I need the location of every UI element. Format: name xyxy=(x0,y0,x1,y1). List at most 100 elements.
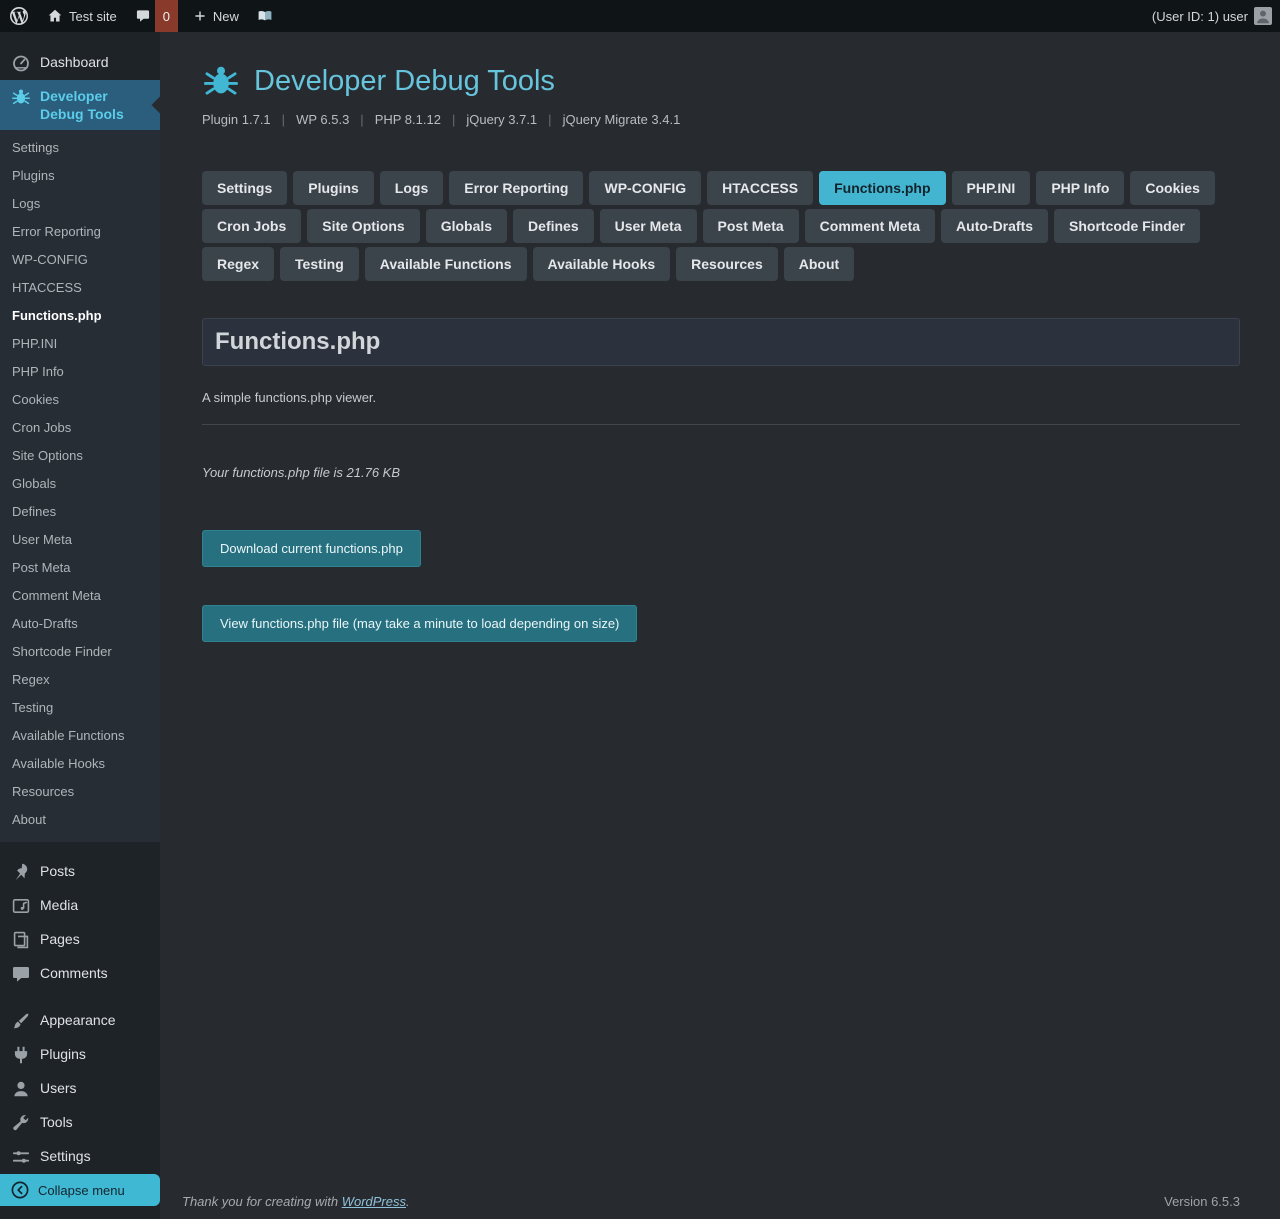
plugins-icon xyxy=(11,1045,31,1065)
sidebar-item-posts[interactable]: Posts xyxy=(0,855,160,889)
meta-separator: | xyxy=(282,112,285,127)
sidebar-item-label: Posts xyxy=(40,862,152,880)
media-icon xyxy=(11,896,31,916)
sidebar-subitem-cron-jobs[interactable]: Cron Jobs xyxy=(0,414,160,442)
functions-php-section: Functions.php A simple functions.php vie… xyxy=(202,318,1240,642)
wordpress-link[interactable]: WordPress xyxy=(342,1194,406,1209)
sidebar-item-label: Appearance xyxy=(40,1011,152,1029)
version-meta-line: Plugin 1.7.1|WP 6.5.3|PHP 8.1.12|jQuery … xyxy=(202,112,1240,127)
tab-comment-meta[interactable]: Comment Meta xyxy=(805,209,935,243)
comments-count-badge[interactable]: 0 xyxy=(155,0,178,32)
sidebar-subitem-regex[interactable]: Regex xyxy=(0,666,160,694)
tab-logs[interactable]: Logs xyxy=(380,171,443,205)
users-icon xyxy=(11,1079,31,1099)
tab-defines[interactable]: Defines xyxy=(513,209,594,243)
tab-plugins[interactable]: Plugins xyxy=(293,171,374,205)
sidebar-subitem-wp-config[interactable]: WP-CONFIG xyxy=(0,246,160,274)
sidebar-subitem-functions-php[interactable]: Functions.php xyxy=(0,302,160,330)
sidebar-subitem-php-info[interactable]: PHP Info xyxy=(0,358,160,386)
sidebar-item-media[interactable]: Media xyxy=(0,889,160,923)
tab-post-meta[interactable]: Post Meta xyxy=(703,209,799,243)
wp-logo-menu[interactable] xyxy=(0,0,38,32)
tab-error-reporting[interactable]: Error Reporting xyxy=(449,171,583,205)
sidebar-subitem-cookies[interactable]: Cookies xyxy=(0,386,160,414)
sidebar-subitem-settings[interactable]: Settings xyxy=(0,134,160,162)
tab-php-ini[interactable]: PHP.INI xyxy=(952,171,1031,205)
sidebar-item-pages[interactable]: Pages xyxy=(0,923,160,957)
sidebar-item-plugins[interactable]: Plugins xyxy=(0,1038,160,1072)
plugin-toolbar-item[interactable] xyxy=(248,0,282,32)
tab-shortcode-finder[interactable]: Shortcode Finder xyxy=(1054,209,1200,243)
tab-cron-jobs[interactable]: Cron Jobs xyxy=(202,209,301,243)
sidebar-subitem-php-ini[interactable]: PHP.INI xyxy=(0,330,160,358)
sidebar-item-users[interactable]: Users xyxy=(0,1072,160,1106)
collapse-menu-button[interactable]: Collapse menu xyxy=(0,1174,160,1206)
bug-icon xyxy=(202,62,240,100)
sidebar-subitem-error-reporting[interactable]: Error Reporting xyxy=(0,218,160,246)
tab-htaccess[interactable]: HTACCESS xyxy=(707,171,813,205)
site-name-link[interactable]: Test site xyxy=(38,0,126,32)
sidebar-subitem-htaccess[interactable]: HTACCESS xyxy=(0,274,160,302)
tab-regex[interactable]: Regex xyxy=(202,247,274,281)
sidebar-subitem-logs[interactable]: Logs xyxy=(0,190,160,218)
new-content-link[interactable]: New xyxy=(184,0,248,32)
sidebar-item-label: Plugins xyxy=(40,1045,152,1063)
sidebar-item-label: Tools xyxy=(40,1113,152,1131)
download-functions-button[interactable]: Download current functions.php xyxy=(202,530,421,567)
sidebar-subitem-testing[interactable]: Testing xyxy=(0,694,160,722)
sidebar-item-tools[interactable]: Tools xyxy=(0,1106,160,1140)
footer-version: Version 6.5.3 xyxy=(1164,1194,1240,1209)
main-content: Developer Debug Tools Plugin 1.7.1|WP 6.… xyxy=(160,32,1280,1219)
footer-thanks-period: . xyxy=(406,1194,410,1209)
sidebar-subitem-comment-meta[interactable]: Comment Meta xyxy=(0,582,160,610)
avatar xyxy=(1254,7,1272,25)
menu-separator xyxy=(0,842,160,855)
tab-available-hooks[interactable]: Available Hooks xyxy=(533,247,671,281)
tab-site-options[interactable]: Site Options xyxy=(307,209,419,243)
tab-testing[interactable]: Testing xyxy=(280,247,359,281)
sidebar-subitem-user-meta[interactable]: User Meta xyxy=(0,526,160,554)
sidebar-item-comments[interactable]: Comments xyxy=(0,957,160,991)
tab-resources[interactable]: Resources xyxy=(676,247,778,281)
sidebar-subitem-available-functions[interactable]: Available Functions xyxy=(0,722,160,750)
my-account-link[interactable]: (User ID: 1) user xyxy=(1143,0,1280,32)
user-label: (User ID: 1) user xyxy=(1152,9,1248,24)
sidebar-subitem-globals[interactable]: Globals xyxy=(0,470,160,498)
footer-thanks: Thank you for creating with WordPress. xyxy=(182,1194,410,1209)
tab-cookies[interactable]: Cookies xyxy=(1130,171,1214,205)
sidebar-item-appearance[interactable]: Appearance xyxy=(0,1004,160,1038)
sidebar-subitem-about[interactable]: About xyxy=(0,806,160,834)
site-name-label: Test site xyxy=(69,9,117,24)
sidebar-subitem-post-meta[interactable]: Post Meta xyxy=(0,554,160,582)
book-icon xyxy=(257,8,273,24)
sidebar-item-dashboard[interactable]: Dashboard xyxy=(0,46,160,80)
comments-icon xyxy=(11,964,31,984)
version-info: Plugin 1.7.1 xyxy=(202,112,271,127)
sidebar-subitem-resources[interactable]: Resources xyxy=(0,778,160,806)
tab-wp-config[interactable]: WP-CONFIG xyxy=(589,171,701,205)
sidebar-subitem-shortcode-finder[interactable]: Shortcode Finder xyxy=(0,638,160,666)
tab-about[interactable]: About xyxy=(784,247,854,281)
tab-settings[interactable]: Settings xyxy=(202,171,287,205)
tab-php-info[interactable]: PHP Info xyxy=(1036,171,1124,205)
sidebar-subitem-auto-drafts[interactable]: Auto-Drafts xyxy=(0,610,160,638)
tab-available-functions[interactable]: Available Functions xyxy=(365,247,527,281)
sidebar-subitem-available-hooks[interactable]: Available Hooks xyxy=(0,750,160,778)
tab-functions-php[interactable]: Functions.php xyxy=(819,171,945,205)
sidebar-submenu: SettingsPluginsLogsError ReportingWP-CON… xyxy=(0,130,160,842)
sidebar-item-label: Users xyxy=(40,1079,152,1097)
sidebar-item-settings[interactable]: Settings xyxy=(0,1140,160,1174)
tab-auto-drafts[interactable]: Auto-Drafts xyxy=(941,209,1048,243)
view-functions-button[interactable]: View functions.php file (may take a minu… xyxy=(202,605,637,642)
tab-bar: SettingsPluginsLogsError ReportingWP-CON… xyxy=(202,171,1240,285)
sidebar-subitem-plugins[interactable]: Plugins xyxy=(0,162,160,190)
sidebar-subitem-site-options[interactable]: Site Options xyxy=(0,442,160,470)
tab-globals[interactable]: Globals xyxy=(426,209,507,243)
sidebar-item-label: Pages xyxy=(40,930,152,948)
sidebar-item-developer-debug-tools[interactable]: Developer Debug Tools xyxy=(0,80,160,130)
sidebar-item-label: Developer Debug Tools xyxy=(40,87,152,123)
comments-link[interactable] xyxy=(126,0,155,32)
collapse-menu-label: Collapse menu xyxy=(38,1183,125,1198)
sidebar-subitem-defines[interactable]: Defines xyxy=(0,498,160,526)
tab-user-meta[interactable]: User Meta xyxy=(600,209,697,243)
